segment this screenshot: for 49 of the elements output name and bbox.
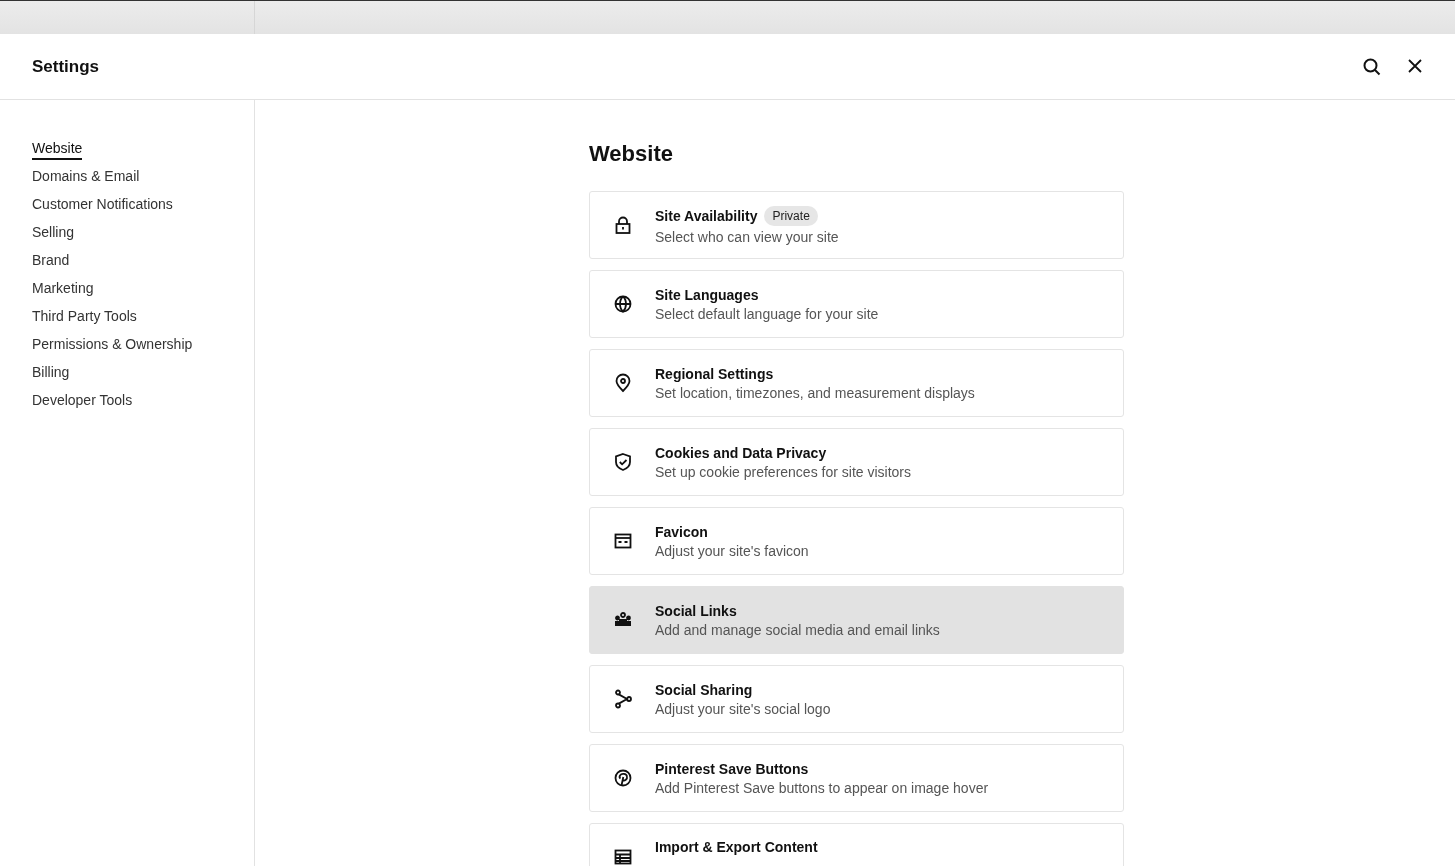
card-title: Import & Export Content	[655, 839, 818, 855]
card-description: Add and manage social media and email links	[655, 621, 940, 638]
card-title: Social Sharing	[655, 681, 753, 698]
card-description: Adjust your site's social logo	[655, 700, 831, 717]
settings-card[interactable]: Favicon Adjust your site's favicon	[589, 507, 1124, 575]
browser-window-icon	[613, 531, 633, 551]
card-title: Cookies and Data Privacy	[655, 444, 827, 461]
card-description: Select who can view your site	[655, 228, 839, 245]
table-icon	[613, 847, 633, 866]
share-nodes-icon	[613, 689, 633, 709]
search-icon	[1363, 57, 1381, 76]
sidebar-item[interactable]: Brand	[32, 250, 70, 272]
sidebar-item[interactable]: Marketing	[32, 278, 94, 300]
page-title: Settings	[32, 56, 100, 77]
card-description: Adjust your site's favicon	[655, 542, 809, 559]
pinterest-icon	[613, 768, 633, 788]
sidebar-item[interactable]: Third Party Tools	[32, 306, 137, 328]
lock-icon	[613, 215, 633, 235]
status-badge: Private	[764, 205, 818, 226]
location-pin-icon	[613, 373, 633, 393]
settings-card[interactable]: Regional Settings Set location, timezones, and measurement displays	[589, 349, 1124, 417]
card-description: Set up cookie preferences for site visitors	[655, 463, 911, 480]
sidebar-item[interactable]: Customer Notifications	[32, 194, 173, 216]
section-heading: Website	[589, 141, 674, 167]
card-description: Select default language for your site	[655, 305, 879, 322]
card-title: Favicon	[655, 523, 708, 540]
card-description: Add Pinterest Save buttons to appear on image hover	[655, 779, 989, 796]
settings-card[interactable]: Cookies and Data Privacy Set up cookie preferences for site visitors	[589, 428, 1124, 496]
card-title: Site Availability	[655, 207, 758, 224]
sidebar-item[interactable]: Billing	[32, 362, 70, 384]
card-title: Regional Settings	[655, 365, 774, 382]
settings-card[interactable]: Social Links Add and manage social media and email links	[589, 586, 1124, 654]
sidebar-item[interactable]: Website	[32, 138, 83, 160]
settings-card[interactable]: Import & Export Content	[589, 823, 1124, 866]
sidebar-item[interactable]: Permissions & Ownership	[32, 334, 193, 356]
card-description: Set location, timezones, and measurement displays	[655, 384, 975, 401]
sidebar-item[interactable]: Selling	[32, 222, 75, 244]
settings-card[interactable]: Social Sharing Adjust your site's social logo	[589, 665, 1124, 733]
card-title: Site Languages	[655, 286, 759, 303]
globe-icon	[613, 294, 633, 314]
sidebar-item[interactable]: Developer Tools	[32, 390, 133, 412]
settings-card[interactable]: Pinterest Save Buttons Add Pinterest Save buttons to appear on image hover	[589, 744, 1124, 812]
close-icon	[1407, 57, 1423, 74]
settings-card[interactable]: Site Languages Select default language for your site	[589, 270, 1124, 338]
shield-check-icon	[613, 452, 633, 472]
settings-card[interactable]: Site Availability Private Select who can view your site	[589, 191, 1124, 259]
sidebar-item[interactable]: Domains & Email	[32, 166, 140, 188]
card-title: Pinterest Save Buttons	[655, 760, 809, 777]
card-title: Social Links	[655, 602, 737, 619]
